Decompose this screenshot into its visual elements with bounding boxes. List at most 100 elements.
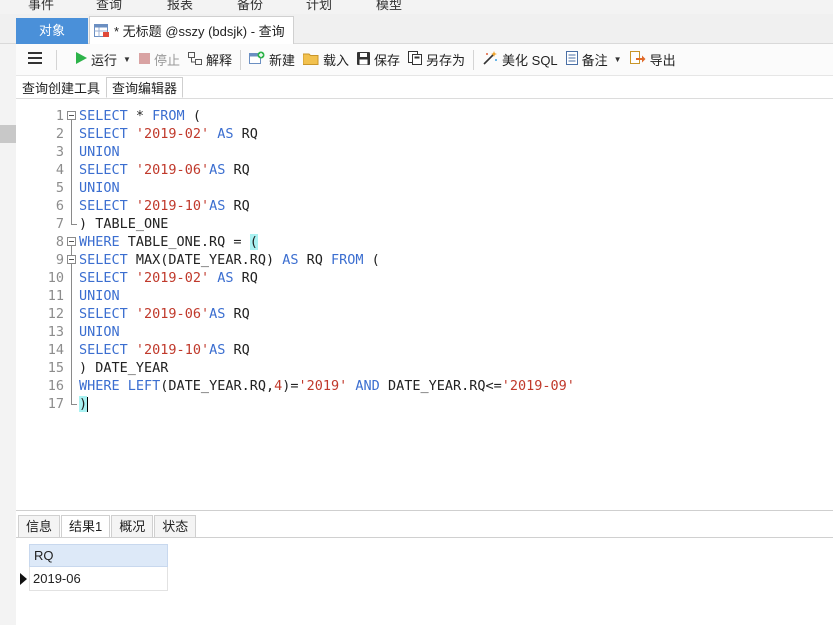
export-button[interactable]: 导出 xyxy=(626,48,680,72)
save-as-button[interactable]: 另存为 xyxy=(404,48,469,72)
line-number: 9 xyxy=(55,252,64,268)
fold-collapse-icon[interactable] xyxy=(66,107,78,125)
sql-code-area[interactable]: 1 SELECT * FROM (2 SELECT '2019-02' AS RQ 3… xyxy=(34,107,575,413)
tab-objects[interactable]: 对象 xyxy=(16,18,88,44)
code-text[interactable]: WHERE TABLE_ONE.RQ = ( xyxy=(78,233,258,251)
fold-collapse-icon[interactable] xyxy=(66,251,78,269)
code-line[interactable]: 4 SELECT '2019-06'AS RQ xyxy=(34,161,575,179)
code-line[interactable]: 15) DATE_YEAR xyxy=(34,359,575,377)
sql-text: ) DATE_YEAR xyxy=(79,360,169,376)
run-button[interactable]: 运行 ▼ xyxy=(71,48,135,72)
tab-result-1[interactable]: 结果1 xyxy=(61,515,111,537)
fold-collapse-icon[interactable] xyxy=(66,233,78,251)
code-line[interactable]: 17) xyxy=(34,395,575,413)
menu-item-event[interactable]: 事件 xyxy=(28,0,54,13)
sql-text: )= xyxy=(282,378,299,394)
code-line[interactable]: 3 UNION xyxy=(34,143,575,161)
menu-item-model[interactable]: 模型 xyxy=(376,0,402,13)
code-line[interactable]: 1 SELECT * FROM ( xyxy=(34,107,575,125)
play-icon xyxy=(75,52,87,67)
column-header-rq[interactable]: RQ xyxy=(29,544,168,567)
sql-keyword: AS xyxy=(282,252,299,268)
code-text[interactable]: ) xyxy=(78,395,89,413)
sql-keyword: LEFT xyxy=(127,378,161,394)
line-number: 6 xyxy=(55,198,64,214)
code-text[interactable]: ) TABLE_ONE xyxy=(78,215,168,233)
sql-editor[interactable]: 1 SELECT * FROM (2 SELECT '2019-02' AS RQ 3… xyxy=(16,98,833,510)
sql-keyword: SELECT xyxy=(79,342,128,358)
menu-item-report[interactable]: 报表 xyxy=(167,0,193,13)
code-text[interactable]: SELECT '2019-06'AS RQ xyxy=(78,305,250,323)
run-dropdown-chevron-icon[interactable]: ▼ xyxy=(123,55,131,64)
code-line[interactable]: 2 SELECT '2019-02' AS RQ xyxy=(34,125,575,143)
tab-query[interactable]: * 无标题 @sszy (bdsjk) - 查询 xyxy=(89,16,294,44)
tab-status[interactable]: 状态 xyxy=(154,515,197,537)
sql-text: RQ xyxy=(225,342,250,358)
query-table-icon xyxy=(94,23,110,38)
explain-label: 解释 xyxy=(205,53,232,68)
code-line[interactable]: 12 SELECT '2019-06'AS RQ xyxy=(34,305,575,323)
notes-label: 备注 xyxy=(581,53,608,68)
tab-query-editor[interactable]: 查询编辑器 xyxy=(106,77,184,98)
tab-info[interactable]: 信息 xyxy=(18,515,61,537)
fold-guide xyxy=(66,179,78,197)
code-line[interactable]: 14 SELECT '2019-10'AS RQ xyxy=(34,341,575,359)
code-text[interactable]: ) DATE_YEAR xyxy=(78,359,168,377)
sql-text: MAX(DATE_YEAR.RQ) xyxy=(127,252,283,268)
menu-button[interactable] xyxy=(16,48,52,72)
explain-button[interactable]: 解释 xyxy=(184,48,236,72)
sql-text: TABLE_ONE.RQ = xyxy=(119,234,250,250)
code-text[interactable]: UNION xyxy=(78,179,120,197)
sql-keyword: SELECT xyxy=(79,198,128,214)
query-toolbar: 运行 ▼ 停止 解释 新建 载入 保存 另存为 美化 SQL 备注 ▼ 导出 xyxy=(16,44,833,76)
menu-item-schedule[interactable]: 计划 xyxy=(306,0,332,13)
sql-text: * xyxy=(127,108,153,124)
fold-guide xyxy=(66,305,78,323)
code-line[interactable]: 8 WHERE TABLE_ONE.RQ = ( xyxy=(34,233,575,251)
table-cell[interactable]: 2019-06 xyxy=(29,567,168,591)
code-text[interactable]: WHERE LEFT(DATE_YEAR.RQ,4)='2019' AND DA… xyxy=(78,377,575,395)
toolbar-separator xyxy=(473,49,475,70)
sql-keyword: SELECT xyxy=(79,270,128,286)
sql-text: RQ xyxy=(225,306,250,322)
stop-button[interactable]: 停止 xyxy=(135,48,184,72)
tab-profile[interactable]: 概况 xyxy=(111,515,154,537)
code-text[interactable]: SELECT '2019-10'AS RQ xyxy=(78,341,250,359)
menu-item-backup[interactable]: 备份 xyxy=(237,0,263,13)
code-line[interactable]: 13 UNION xyxy=(34,323,575,341)
sql-string: '2019-10' xyxy=(135,198,210,214)
save-label: 保存 xyxy=(374,53,401,68)
line-number: 1 xyxy=(55,108,64,124)
code-text[interactable]: SELECT '2019-06'AS RQ xyxy=(78,161,250,179)
code-line[interactable]: 11 UNION xyxy=(34,287,575,305)
beautify-sql-button[interactable]: 美化 SQL xyxy=(478,48,562,72)
code-text[interactable]: UNION xyxy=(78,143,120,161)
code-text[interactable]: UNION xyxy=(78,323,120,341)
code-line[interactable]: 16 WHERE LEFT(DATE_YEAR.RQ,4)='2019' AND … xyxy=(34,377,575,395)
code-text[interactable]: SELECT '2019-10'AS RQ xyxy=(78,197,250,215)
code-text[interactable]: SELECT MAX(DATE_YEAR.RQ) AS RQ FROM ( xyxy=(78,251,380,269)
save-icon xyxy=(357,51,370,68)
code-line[interactable]: 7) TABLE_ONE xyxy=(34,215,575,233)
menu-item-query[interactable]: 查询 xyxy=(96,0,122,13)
code-line[interactable]: 9 SELECT MAX(DATE_YEAR.RQ) AS RQ FROM ( xyxy=(34,251,575,269)
code-text[interactable]: SELECT * FROM ( xyxy=(78,107,201,125)
new-button[interactable]: 新建 xyxy=(245,48,299,72)
fold-guide xyxy=(66,197,78,215)
notes-dropdown-chevron-icon[interactable]: ▼ xyxy=(614,55,622,64)
fold-guide xyxy=(66,125,78,143)
code-line[interactable]: 5 UNION xyxy=(34,179,575,197)
code-line[interactable]: 10 SELECT '2019-02' AS RQ xyxy=(34,269,575,287)
tab-query-label: * 无标题 @sszy (bdsjk) - 查询 xyxy=(114,24,285,39)
save-button[interactable]: 保存 xyxy=(353,48,404,72)
code-line[interactable]: 6 SELECT '2019-10'AS RQ xyxy=(34,197,575,215)
load-button[interactable]: 载入 xyxy=(299,48,353,72)
code-text[interactable]: SELECT '2019-02' AS RQ xyxy=(78,269,258,287)
code-text[interactable]: UNION xyxy=(78,287,120,305)
notes-button[interactable]: 备注 ▼ xyxy=(562,48,626,72)
tab-query-builder[interactable]: 查询创建工具 xyxy=(16,77,106,98)
code-text[interactable]: SELECT '2019-02' AS RQ xyxy=(78,125,258,143)
